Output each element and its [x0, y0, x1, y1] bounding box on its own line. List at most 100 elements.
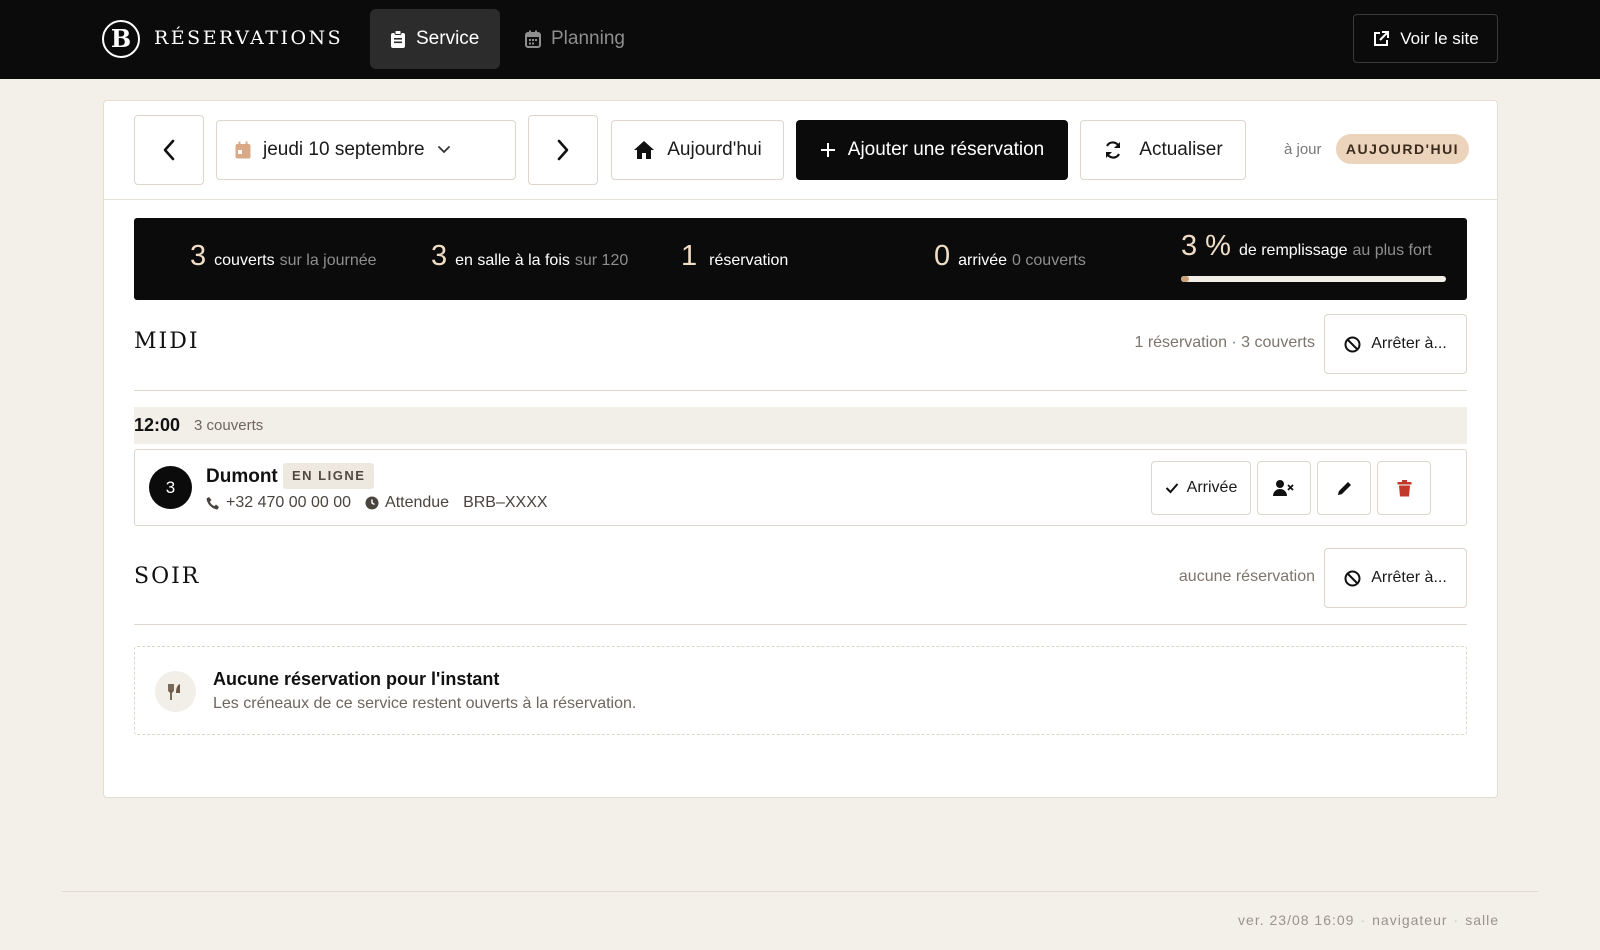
pencil-icon [1337, 481, 1351, 495]
view-site-button[interactable]: Voir le site [1353, 14, 1498, 63]
stat-reservations-value: 1 [681, 240, 698, 272]
delete-reservation-button[interactable] [1377, 461, 1431, 515]
stat-in-room: 3 en salle à la fois sur 120 [431, 240, 628, 273]
source-badge: EN LIGNE [283, 463, 375, 489]
date-picker[interactable]: jeudi 10 septembre [216, 120, 516, 180]
footer-mode: salle [1465, 912, 1499, 928]
guest-name: Dumont [206, 466, 278, 487]
stop-soir-label: Arrêter à... [1371, 569, 1447, 586]
stop-midi-button[interactable]: Arrêter à... [1324, 314, 1467, 374]
logo: B [102, 20, 140, 58]
stat-arrived: 0 arrivée 0 couverts [934, 240, 1086, 273]
ban-icon [1344, 570, 1361, 586]
today-badge: AUJOURD'HUI [1336, 134, 1469, 164]
chevron-right-icon [557, 139, 569, 161]
stat-fill-label: de remplissage [1238, 242, 1348, 259]
service-title-midi: MIDI [134, 329, 200, 354]
no-show-button[interactable] [1257, 461, 1311, 515]
footer-version: ver. 23/08 16:09 [1238, 912, 1355, 928]
tab-planning-label: Planning [551, 28, 625, 49]
section-divider [134, 624, 1467, 625]
empty-state: Aucune réservation pour l'instant Les cr… [134, 646, 1467, 735]
section-divider [134, 390, 1467, 391]
sync-status: à jour [1284, 141, 1322, 158]
phone-icon [206, 497, 219, 510]
stats-bar: 3 couverts sur la journée 3 en salle à l… [134, 218, 1467, 300]
fill-progress-bar [1181, 276, 1446, 282]
reservation-ref: BRB–XXXX [463, 494, 548, 511]
reservation-meta: +32 470 00 00 00 Attendue BRB–XXXX [206, 494, 548, 512]
tab-planning[interactable]: Planning [505, 9, 645, 69]
mark-arrived-label: Arrivée [1186, 479, 1238, 496]
edit-reservation-button[interactable] [1317, 461, 1371, 515]
stat-arrived-sub: 0 couverts [1012, 252, 1086, 269]
clipboard-icon [391, 30, 405, 48]
service-card: jeudi 10 septembre Aujourd'hui Ajouter u… [103, 100, 1498, 798]
stop-midi-label: Arrêter à... [1371, 335, 1447, 352]
view-site-label: Voir le site [1400, 28, 1479, 48]
tab-service-label: Service [416, 28, 480, 49]
time-slot-header: 12:00 3 couverts [134, 407, 1467, 444]
stat-covers-day-sub: sur la journée [279, 252, 377, 269]
user-remove-icon [1273, 480, 1294, 496]
stat-in-room-label: en salle à la fois [455, 252, 570, 269]
party-size-badge: 3 [149, 466, 192, 509]
reservation-row[interactable]: 3 Dumont EN LIGNE +32 470 00 00 00 Atten… [134, 449, 1467, 526]
slot-covers: 3 couverts [194, 417, 264, 434]
stat-fill-sub: au plus fort [1352, 242, 1432, 259]
empty-state-text: Les créneaux de ce service restent ouver… [213, 695, 637, 712]
stat-reservations-label: réservation [709, 252, 789, 269]
previous-day-button[interactable] [134, 115, 204, 185]
stat-covers-day: 3 couverts sur la journée [190, 240, 377, 273]
refresh-label: Actualiser [1139, 139, 1223, 160]
home-icon [634, 141, 655, 159]
external-link-icon [1374, 30, 1390, 46]
stat-arrived-value: 0 [934, 240, 951, 272]
today-label: Aujourd'hui [667, 139, 762, 160]
chevron-left-icon [163, 139, 175, 161]
plus-icon [820, 143, 835, 157]
toolbar-divider [104, 199, 1497, 200]
utensils-icon [155, 671, 196, 712]
footer: ver. 23/08 16:09 · navigateur · salle [1238, 912, 1499, 928]
today-button[interactable]: Aujourd'hui [611, 120, 784, 180]
refresh-button[interactable]: Actualiser [1080, 120, 1246, 180]
top-bar: B RÉSERVATIONS Service Planning Voir le … [0, 0, 1600, 79]
service-title-soir: SOIR [134, 564, 201, 589]
reservation-status: Attendue [385, 494, 450, 511]
empty-state-title: Aucune réservation pour l'instant [213, 669, 500, 689]
stat-fill-value: 3 % [1181, 230, 1231, 262]
refresh-icon [1106, 141, 1121, 159]
clock-icon [365, 496, 379, 510]
stat-in-room-sub: sur 120 [574, 252, 629, 269]
calendar-icon [235, 141, 251, 159]
separator-dot: · [1453, 912, 1460, 928]
footer-divider [62, 891, 1538, 892]
service-summary-soir: aucune réservation [1178, 568, 1315, 585]
stat-in-room-value: 3 [431, 240, 448, 272]
tab-service[interactable]: Service [370, 9, 500, 69]
stat-covers-day-label: couverts [214, 252, 275, 269]
trash-icon [1397, 479, 1411, 496]
stat-fill-rate: 3 % de remplissage au plus fort [1181, 230, 1432, 263]
stop-soir-button[interactable]: Arrêter à... [1324, 548, 1467, 608]
add-reservation-button[interactable]: Ajouter une réservation [796, 120, 1068, 180]
chevron-down-icon [437, 146, 450, 154]
footer-client: navigateur [1372, 912, 1448, 928]
guest-phone[interactable]: +32 470 00 00 00 [226, 494, 351, 512]
add-reservation-label: Ajouter une réservation [847, 139, 1045, 160]
calendar-icon [525, 30, 541, 48]
ban-icon [1344, 336, 1361, 352]
check-icon [1165, 483, 1178, 494]
stat-covers-day-value: 3 [190, 240, 207, 272]
next-day-button[interactable] [528, 115, 598, 185]
slot-time: 12:00 [134, 415, 181, 435]
mark-arrived-button[interactable]: Arrivée [1151, 461, 1251, 515]
service-summary-midi: 1 réservation · 3 couverts [1134, 334, 1315, 351]
fill-progress-value [1181, 276, 1189, 282]
brand-title: RÉSERVATIONS [154, 27, 344, 49]
separator-dot: · [1360, 912, 1367, 928]
stat-reservations: 1 réservation [681, 240, 788, 273]
date-label: jeudi 10 septembre [263, 139, 425, 160]
stat-arrived-label: arrivée [958, 252, 1008, 269]
